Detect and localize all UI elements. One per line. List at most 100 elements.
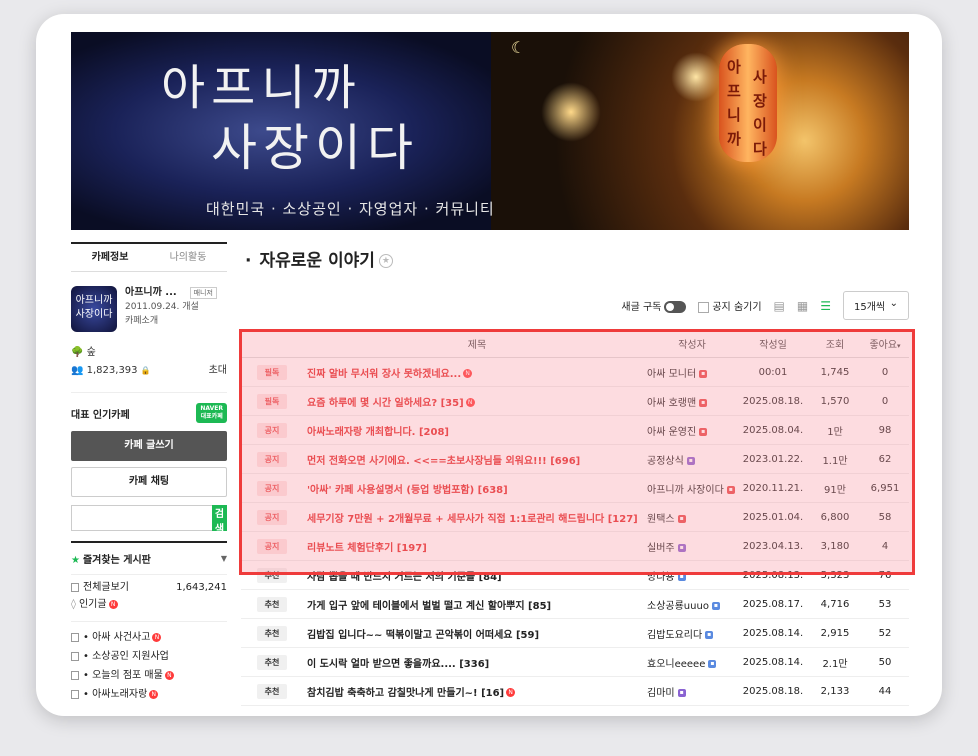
cafe-name[interactable]: 아프니까 ... xyxy=(125,287,177,298)
row-author-cell: 소상공룡uuuo ▪ xyxy=(647,597,737,612)
new-icon: N xyxy=(149,689,159,699)
member-count[interactable]: 1,823,393 xyxy=(87,365,138,376)
banner-light xyxy=(541,82,601,142)
cafe-intro-link[interactable]: 카페소개 xyxy=(125,314,217,328)
cafe-write-button[interactable]: 카페 글쓰기 xyxy=(71,431,227,461)
table-row[interactable]: 공지 아싸노래자랑 개최합니다. [208] 아싸 운영진 ▪ 2025.08.04. 1… xyxy=(241,416,909,445)
cafe-stats: 🌳 숲 👥 1,823,393 🔒 초대 xyxy=(71,344,227,380)
table-row[interactable]: 추천 김밥집 입니다~~ 떡볶이말고 곤악볶이 어떠세요 [59] 김밥도요리다 ▪ 2… xyxy=(241,619,909,648)
table-body: 필독 진짜 알바 무서워 장사 못하겠네요... N 아싸 모니터 ▪ 00:01 1,74… xyxy=(241,358,909,716)
post-author[interactable]: 아싸 호랭맨 xyxy=(647,398,696,409)
row-author-cell: 원택스 ▪ xyxy=(647,510,737,525)
table-row[interactable]: 공지 리뷰노트 체험단후기 [197] 실버주 ▪ 2023.04.13. 3,180 4 xyxy=(241,532,909,561)
compact-list-view-icon[interactable]: ☰ xyxy=(820,299,831,313)
post-author[interactable]: 원택스 xyxy=(647,514,675,525)
list-view-icon[interactable]: ▤ xyxy=(774,299,785,313)
post-author[interactable]: 김밥도요리다 xyxy=(647,630,702,641)
post-title-link[interactable]: 김밥집 입니다~~ 떡볶이말고 곤악볶이 어떠세요 [59] xyxy=(307,630,539,641)
post-author[interactable]: 아싸 모니터 xyxy=(647,369,696,380)
row-title-cell: 먼저 전화오면 사기에요. <<==초보사장님들 외워요!!! [696] xyxy=(303,452,647,467)
post-title-link[interactable]: 가게 입구 앞에 테이블에서 벌벌 떨고 계신 할아뿌지 [85] xyxy=(307,601,551,612)
all-posts-link[interactable]: 전체글보기 xyxy=(71,579,129,596)
per-page-select[interactable]: 15개씩 ⌄ xyxy=(843,291,909,320)
table-row[interactable]: 공지 먼저 전화오면 사기에요. <<==초보사장님들 외워요!!! [696] 공… xyxy=(241,445,909,474)
table-row[interactable]: 추천 참치김밥 축축하고 감칠맛나게 만들기~! [16] N 김마미 ▪ 2025.08… xyxy=(241,677,909,706)
table-row[interactable]: 공지 세무기장 7만원 + 2개월무료 + 세무사가 직접 1:1로관리 해드립니… xyxy=(241,503,909,532)
row-author-cell: 실버주 ▪ xyxy=(647,539,737,554)
board-list: • 아싸 사건사고 N • 소상공인 지원사업 • 오늘의 점포 매물 N • 아싸… xyxy=(71,621,227,704)
popular-label: 인기글 xyxy=(78,599,107,610)
subscribe-toggle[interactable]: 새글 구독 xyxy=(621,298,687,313)
cafe-banner[interactable]: ☾ 아프니까 사장이다 대한민국 · 소상공인 · 자영업자 · 커뮤니티 아 … xyxy=(71,32,909,230)
table-row[interactable]: 추천 이 도시락 얼마 받으면 좋을까요.... [336] 효오니eeeee ▪ 20… xyxy=(241,648,909,677)
post-author[interactable]: 아프니까 사장이다 xyxy=(647,485,724,496)
table-row[interactable]: 추천 사람 뽑을 때 반드시 거르는 저의 기준들 [84] 망나뇽 ▪ 2025.08… xyxy=(241,561,909,590)
representative-cafe: 대표 인기카페 NAVER 대표카페 xyxy=(71,392,227,423)
post-author[interactable]: 실버주 xyxy=(647,543,675,554)
sort-down-icon[interactable]: ▾ xyxy=(897,342,901,350)
checkbox-icon[interactable] xyxy=(698,301,710,313)
post-title-link[interactable]: 사람 뽑을 때 반드시 거르는 저의 기준들 [84] xyxy=(307,572,502,583)
post-author[interactable]: 효오니eeeee xyxy=(647,659,705,670)
row-tag: 추천 xyxy=(256,654,288,670)
grid-view-icon[interactable]: ▦ xyxy=(797,299,808,313)
naver-rep-badge[interactable]: NAVER 대표카페 xyxy=(196,403,227,423)
sidebar-item-board[interactable]: • 아싸노래자랑 N xyxy=(71,685,227,704)
hide-notice-label: 공지 숨기기 xyxy=(712,302,762,313)
post-author[interactable]: 공정상식 xyxy=(647,456,684,467)
table-row[interactable]: 3401944 이전글에서 순익 700이라고 올렸었는데.. [2]N이에누이▪… xyxy=(241,706,909,717)
post-title-link[interactable]: 진짜 알바 무서워 장사 못하겠네요... xyxy=(307,369,461,380)
table-row[interactable]: 필독 진짜 알바 무서워 장사 못하겠네요... N 아싸 모니터 ▪ 00:01 1,74… xyxy=(241,358,909,387)
new-icon: N xyxy=(152,632,162,642)
tab-cafe-info[interactable]: 카페정보 xyxy=(71,244,149,271)
table-row[interactable]: 필독 요즘 하루에 몇 시간 일하세요? [35] N 아싸 호랭맨 ▪ 2025.08.… xyxy=(241,387,909,416)
table-row[interactable]: 공지 '아싸' 카페 사용설명서 (등업 방법포함) [638] 아프니까 사장이다… xyxy=(241,474,909,503)
new-icon: N xyxy=(463,369,473,378)
sidebar-item-board[interactable]: • 오늘의 점포 매물 N xyxy=(71,666,227,685)
post-title-link[interactable]: 요즘 하루에 몇 시간 일하세요? [35] xyxy=(307,398,464,409)
hide-notice-checkbox[interactable]: 공지 숨기기 xyxy=(698,298,762,313)
post-title-link[interactable]: 세무기장 7만원 + 2개월무료 + 세무사가 직접 1:1로관리 해드립니다 … xyxy=(307,514,638,525)
post-author[interactable]: 소상공룡uuuo xyxy=(647,601,709,612)
row-author-cell: 아프니까 사장이다 ▪ xyxy=(647,481,737,496)
board-label: 오늘의 점포 매물 xyxy=(92,670,163,681)
favorite-star-icon[interactable]: ★ xyxy=(378,254,393,268)
row-tag-cell: 공지 xyxy=(241,509,303,525)
cafe-search-button[interactable]: 검색 xyxy=(212,505,227,535)
sidebar-item-board[interactable]: • 소상공인 지원사업 xyxy=(71,647,227,666)
invite-link[interactable]: 초대 xyxy=(209,362,227,380)
post-title-link[interactable]: '아싸' 카페 사용설명서 (등업 방법포함) [638] xyxy=(307,485,508,496)
post-author[interactable]: 망나뇽 xyxy=(647,572,675,583)
popular-posts-link[interactable]: ◊ 인기글 N xyxy=(71,596,118,613)
favorite-boards-header[interactable]: ★ 즐겨찾는 게시판 ▼ xyxy=(71,541,227,575)
post-author[interactable]: 김마미 xyxy=(647,688,675,699)
moon-icon: ☾ xyxy=(511,38,526,57)
sidebar-item-board[interactable]: • 아싸 사건사고 N xyxy=(71,628,227,647)
row-title-cell: 진짜 알바 무서워 장사 못하겠네요... N xyxy=(303,365,647,380)
cafe-chat-button[interactable]: 카페 채팅 xyxy=(71,467,227,497)
document-icon xyxy=(71,670,79,680)
naver-badge-line1: NAVER xyxy=(200,405,223,412)
row-title-cell: 가게 입구 앞에 테이블에서 벌벌 떨고 계신 할아뿌지 [85] xyxy=(303,597,647,612)
table-row[interactable]: 추천 가게 입구 앞에 테이블에서 벌벌 떨고 계신 할아뿌지 [85] 소상공룡u… xyxy=(241,590,909,619)
cafe-info: 아프니까 사장이다 아프니까 ... 매니저 2011.09.24. 개설 카페… xyxy=(71,286,227,332)
post-title-link[interactable]: 리뷰노트 체험단후기 [197] xyxy=(307,543,427,554)
row-tag: 공지 xyxy=(256,538,288,554)
post-title-link[interactable]: 참치김밥 축축하고 감칠맛나게 만들기~! [16] xyxy=(307,688,504,699)
cafe-logo[interactable]: 아프니까 사장이다 xyxy=(71,286,117,332)
naver-badge-line2: 대표카페 xyxy=(200,413,223,420)
cafe-search-input[interactable] xyxy=(71,505,212,531)
post-author[interactable]: 아싸 운영진 xyxy=(647,427,696,438)
tab-my-activity[interactable]: 나의활동 xyxy=(149,244,227,271)
post-title-link[interactable]: 아싸노래자랑 개최합니다. [208] xyxy=(307,427,449,438)
post-title-link[interactable]: 먼저 전화오면 사기에요. <<==초보사장님들 외워요!!! [696] xyxy=(307,456,580,467)
banner-lantern: 아 프 니 까 사 장 이 다 xyxy=(719,44,777,162)
toggle-switch[interactable] xyxy=(664,301,687,313)
lantern-char: 장 xyxy=(753,92,767,110)
post-title-link[interactable]: 이 도시락 얼마 받으면 좋을까요.... [336] xyxy=(307,659,489,670)
sidebar: 카페정보 나의활동 아프니까 사장이다 아프니까 ... 매니저 2011.09… xyxy=(71,242,227,704)
post-likes: 4 xyxy=(881,540,889,552)
row-tag-cell: 추천 xyxy=(241,567,303,583)
chevron-down-icon[interactable]: ▼ xyxy=(221,554,227,563)
member-level-icon: ▪ xyxy=(708,659,717,668)
